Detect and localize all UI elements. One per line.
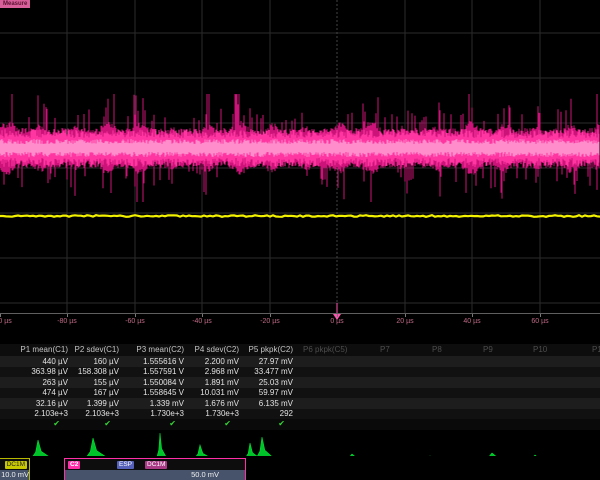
- axis-tick-label: -80 µs: [57, 318, 77, 325]
- c2-esp-badge: ESP: [117, 461, 134, 469]
- axis-tick-label: 0 µs: [330, 318, 343, 325]
- c2-scale-value: 50.0 mV: [65, 470, 245, 480]
- measure-row-0: 440 µV 160 µV 1.555616 V 2.200 mV 27.97 mV: [0, 356, 600, 367]
- c1-trace: [0, 215, 600, 217]
- channel-c1-descriptor[interactable]: DC1M 10.0 mV: [0, 458, 30, 480]
- channel-c2-descriptor[interactable]: C2 ESP DC1M 50.0 mV: [64, 458, 246, 480]
- axis-tick-label: -100 µs: [0, 318, 12, 325]
- measure-cell-P3-r3: 1.558645 V: [143, 388, 184, 397]
- measure-cell-P4-r1: 2.968 mV: [205, 367, 239, 376]
- axis-tick: [270, 314, 271, 317]
- axis-tick: [0, 314, 1, 317]
- oscilloscope-screen: Measure -100 µs -80 µs -60 µs -40 µs -20 µs 0…: [0, 0, 600, 480]
- measure-cell-P3-r1: 1.557591 V: [143, 367, 184, 376]
- timebase-axis: -100 µs -80 µs -60 µs -40 µs -20 µs 0 µs 20 µs…: [0, 314, 600, 336]
- measure-row-2: 263 µV 155 µV 1.550084 V 1.891 mV 25.03 mV: [0, 377, 600, 388]
- measure-header-inactive-4[interactable]: P10: [533, 345, 547, 354]
- measure-cell-P5-r5: 292: [280, 409, 293, 418]
- measure-header-inactive-5[interactable]: P1: [592, 345, 600, 354]
- measure-cell-P3-r4: 1.339 mV: [150, 399, 184, 408]
- measure-cell-P4-r4: 1.676 mV: [205, 399, 239, 408]
- measure-status-check-P4: ✔: [224, 419, 231, 428]
- c1-header: DC1M: [0, 459, 29, 469]
- measure-header-inactive-2[interactable]: P8: [432, 345, 442, 354]
- measure-header-P5[interactable]: P5 pkpk(C2): [249, 345, 293, 354]
- axis-tick: [337, 314, 338, 317]
- measure-status-check-P5: ✔: [278, 419, 285, 428]
- measure-cell-P5-r4: 6.135 mV: [259, 399, 293, 408]
- measure-header-P4[interactable]: P4 sdev(C2): [195, 345, 239, 354]
- c1-coupling-badge: DC1M: [5, 461, 27, 469]
- measure-cell-P5-r2: 25.03 mV: [259, 378, 293, 387]
- waveform-plot[interactable]: [0, 0, 600, 314]
- measure-table-header: P1 mean(C1) P2 sdev(C1) P3 mean(C2) P4 sdev…: [0, 344, 600, 356]
- measure-cell-P1-r1: 363.98 µV: [31, 367, 68, 376]
- measure-cell-P2-r1: 158.308 µV: [78, 367, 119, 376]
- axis-tick-label: -20 µs: [260, 318, 280, 325]
- measure-row-4: 32.16 µV 1.399 µV 1.339 mV 1.676 mV 6.135 mV: [0, 398, 600, 409]
- axis-tick-label: 60 µs: [531, 318, 548, 325]
- measure-header-P2[interactable]: P2 sdev(C1): [75, 345, 119, 354]
- measure-status-check-P1: ✔: [53, 419, 60, 428]
- measure-cell-P3-r2: 1.550084 V: [143, 378, 184, 387]
- measure-cell-P2-r5: 2.103e+3: [85, 409, 119, 418]
- c1-scale-value: 10.0 mV: [0, 470, 30, 480]
- measure-header-P1[interactable]: P1 mean(C1): [20, 345, 68, 354]
- measure-cell-P5-r0: 27.97 mV: [259, 357, 293, 366]
- measure-cell-P2-r3: 167 µV: [93, 388, 119, 397]
- measure-header-inactive-1[interactable]: P7: [380, 345, 390, 354]
- measure-cell-P2-r0: 160 µV: [93, 357, 119, 366]
- measure-cell-P3-r0: 1.555616 V: [143, 357, 184, 366]
- axis-tick-label: 40 µs: [463, 318, 480, 325]
- measure-cell-P4-r0: 2.200 mV: [205, 357, 239, 366]
- axis-tick: [135, 314, 136, 317]
- measure-cell-P1-r4: 32.16 µV: [36, 399, 68, 408]
- measure-cell-P4-r3: 10.031 mV: [200, 388, 239, 397]
- channel-descriptor-bar: DC1M 10.0 mV C2 ESP DC1M 50.0 mV + HD 12…: [0, 456, 600, 480]
- measure-table: P1 mean(C1) P2 sdev(C1) P3 mean(C2) P4 sdev…: [0, 344, 600, 430]
- measure-cell-P1-r3: 474 µV: [42, 388, 68, 397]
- c2-header: C2 ESP DC1M: [65, 459, 245, 469]
- measure-header-inactive-0[interactable]: P6 pkpk(C5): [303, 345, 347, 354]
- measure-header-P3[interactable]: P3 mean(C2): [136, 345, 184, 354]
- measure-cell-P2-r4: 1.399 µV: [87, 399, 119, 408]
- status-badge[interactable]: Measure: [0, 0, 30, 8]
- measure-row-5: 2.103e+3 2.103e+3 1.730e+3 1.730e+3 292: [0, 409, 600, 420]
- measure-cell-P1-r0: 440 µV: [42, 357, 68, 366]
- c2-coupling-badge: DC1M: [145, 461, 167, 469]
- measure-cell-P1-r2: 263 µV: [42, 378, 68, 387]
- measure-row-1: 363.98 µV 158.308 µV 1.557591 V 2.968 mV 33.…: [0, 367, 600, 378]
- axis-tick-label: -60 µs: [125, 318, 145, 325]
- axis-tick: [540, 314, 541, 317]
- c2-name-badge: C2: [68, 461, 80, 469]
- axis-tick-label: 20 µs: [396, 318, 413, 325]
- axis-tick: [67, 314, 68, 317]
- measure-cell-P5-r3: 59.97 mV: [259, 388, 293, 397]
- measure-cell-P5-r1: 33.477 mV: [254, 367, 293, 376]
- axis-tick: [202, 314, 203, 317]
- axis-tick: [472, 314, 473, 317]
- measure-status-check-P3: ✔: [169, 419, 176, 428]
- measure-cell-P4-r2: 1.891 mV: [205, 378, 239, 387]
- axis-tick: [405, 314, 406, 317]
- measure-status-check-P2: ✔: [104, 419, 111, 428]
- measure-cell-P3-r5: 1.730e+3: [150, 409, 184, 418]
- axis-tick-label: -40 µs: [192, 318, 212, 325]
- measure-cell-P1-r5: 2.103e+3: [34, 409, 68, 418]
- measure-cell-P2-r2: 155 µV: [93, 378, 119, 387]
- measure-row-3: 474 µV 167 µV 1.558645 V 10.031 mV 59.97 mV: [0, 388, 600, 399]
- measure-cell-P4-r5: 1.730e+3: [205, 409, 239, 418]
- measure-header-inactive-3[interactable]: P9: [483, 345, 493, 354]
